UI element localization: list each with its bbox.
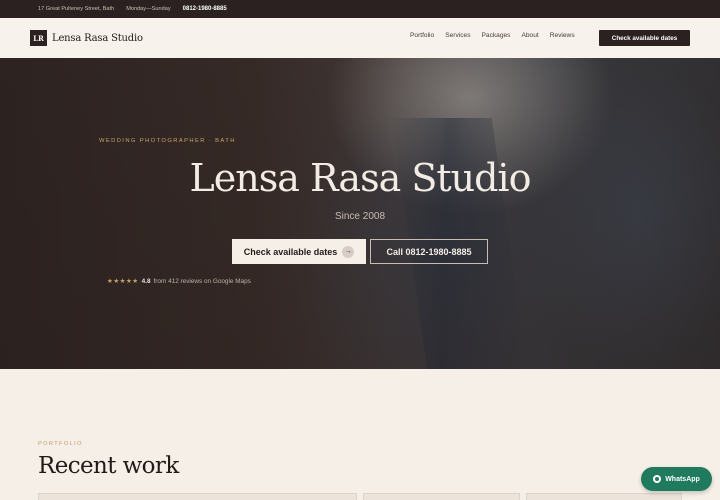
rating-summary: ★★★★★ 4.8 from 412 reviews on Google Map… — [107, 277, 251, 286]
arrow-right-icon: → — [342, 245, 355, 258]
nav-item-portfolio[interactable]: Portfolio — [410, 32, 434, 39]
portfolio-card[interactable] — [526, 493, 682, 500]
whatsapp-icon — [653, 475, 662, 483]
portfolio-card[interactable] — [38, 493, 357, 500]
nav-item-packages[interactable]: Packages — [482, 32, 511, 39]
hero-subtitle: Since 2008 — [334, 211, 386, 222]
nav-check-dates-button[interactable]: Check available dates — [599, 30, 690, 46]
whatsapp-button[interactable]: WhatsApp — [641, 467, 712, 491]
hours-text: Monday—Sunday — [126, 6, 171, 12]
whatsapp-label: WhatsApp — [665, 475, 700, 483]
portfolio-eyebrow: PORTFOLIO — [38, 441, 83, 447]
star-icon: ★★★★★ — [107, 278, 139, 285]
check-dates-button[interactable]: Check available dates → — [232, 239, 366, 264]
portfolio-section: PORTFOLIO Recent work — [0, 369, 720, 500]
call-button[interactable]: Call 0812-1980-8885 — [370, 239, 488, 264]
rating-text: from 412 reviews on Google Maps — [153, 277, 251, 285]
rating-score: 4.8 — [141, 277, 151, 285]
check-dates-label: Check available dates — [243, 246, 338, 257]
portfolio-title: Recent work — [38, 453, 179, 479]
top-info-bar: 17 Great Pulteney Street, Bath Monday—Su… — [0, 0, 720, 18]
nav-item-about[interactable]: About — [521, 32, 538, 39]
phone-link[interactable]: 0812-1980-8885 — [183, 6, 227, 12]
portfolio-card[interactable] — [363, 493, 520, 500]
logo-mark: LR — [30, 30, 47, 46]
nav-menu: Portfolio Services Packages About Review… — [410, 32, 586, 39]
brand-logo[interactable]: LR Lensa Rasa Studio — [30, 30, 143, 46]
address-text: 17 Great Pulteney Street, Bath — [38, 6, 115, 12]
main-navigation: LR Lensa Rasa Studio Portfolio Services … — [0, 18, 720, 58]
hero-title: Lensa Rasa Studio — [189, 156, 532, 200]
hero-eyebrow: WEDDING PHOTOGRAPHER · BATH — [99, 138, 236, 144]
nav-item-reviews[interactable]: Reviews — [550, 32, 575, 39]
hero-section: WEDDING PHOTOGRAPHER · BATH Lensa Rasa S… — [0, 58, 720, 369]
nav-item-services[interactable]: Services — [445, 32, 470, 39]
brand-name: Lensa Rasa Studio — [52, 32, 143, 44]
